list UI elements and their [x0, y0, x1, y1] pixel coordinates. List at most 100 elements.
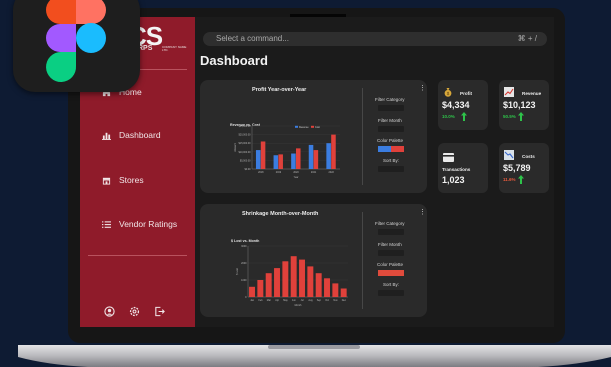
- x-tick-label: Sep: [317, 299, 322, 302]
- figma-logo-icon: [46, 0, 106, 82]
- kpi-change: 50.5%: [503, 114, 516, 119]
- card-divider: [362, 212, 363, 309]
- color-palette-swatch[interactable]: [378, 270, 404, 276]
- more-options-icon[interactable]: ⋮: [419, 84, 426, 92]
- revenue-cost-chart: Revenue vs. Cost$25,000.00$20,000.00$15,…: [230, 123, 340, 179]
- filter-category-dropdown[interactable]: [378, 105, 404, 111]
- color-palette-label: Color Palette: [377, 138, 404, 143]
- filter-month-dropdown[interactable]: [378, 250, 404, 256]
- logout-icon[interactable]: [154, 306, 165, 317]
- y-tick-label: $0.00: [245, 168, 252, 171]
- kpi-costs[interactable]: Costs $5,789 11.6%: [499, 143, 549, 193]
- shrinkage-chart-card: Shrinkage Month-over-Month ⋮ $ Lost vs. …: [200, 204, 427, 317]
- y-tick-label: 3000: [241, 245, 247, 248]
- main-content: Select a command... ⌘ + / Dashboard Prof…: [195, 17, 554, 327]
- kpi-label: Profit: [460, 91, 472, 96]
- kpi-value: $10,123: [503, 100, 536, 110]
- filter-month-label: Filter Month: [378, 242, 402, 247]
- command-shortcut: ⌘ + /: [517, 34, 537, 43]
- sidebar-divider: [88, 255, 187, 256]
- color-palette-swatch[interactable]: [378, 146, 404, 152]
- legend-label: Revenue: [299, 126, 309, 129]
- x-tick-label: Dec: [342, 299, 347, 302]
- y-tick-label: $5,000.00: [240, 159, 251, 162]
- trend-up-icon: [518, 112, 524, 121]
- kpi-label: Transactions: [442, 167, 471, 172]
- card-title: Shrinkage Month-over-Month: [242, 211, 319, 217]
- x-tick-label: Oct: [325, 299, 329, 302]
- bar-chart-icon: [102, 132, 111, 140]
- bar-revenue: [255, 150, 261, 169]
- y-tick-label: $25,000.00: [239, 125, 252, 128]
- kpi-profit[interactable]: $ Profit $4,334 10.0%: [438, 80, 488, 130]
- credit-card-icon: [443, 153, 454, 162]
- filter-category-label: Filter Category: [375, 97, 405, 102]
- bar--lost: [340, 288, 347, 297]
- kpi-value: $5,789: [503, 163, 531, 173]
- legend-swatch: [311, 125, 314, 128]
- kpi-value: $4,334: [442, 100, 470, 110]
- bar-revenue: [291, 153, 296, 169]
- bar--lost: [257, 280, 264, 297]
- command-placeholder: Select a command...: [216, 34, 289, 43]
- x-tick-label: 2019: [276, 171, 282, 174]
- bar-cost: [331, 134, 336, 169]
- kpi-transactions[interactable]: Transactions 1,023: [438, 143, 488, 193]
- trend-up-icon: [461, 112, 467, 121]
- sort-by-dropdown[interactable]: [378, 166, 404, 172]
- sidebar-bottom-actions: [104, 306, 165, 317]
- user-icon[interactable]: [104, 306, 115, 317]
- filter-category-dropdown[interactable]: [378, 229, 404, 235]
- x-tick-label: 2022: [329, 171, 335, 174]
- bar--lost: [290, 256, 297, 297]
- kpi-label: Costs: [522, 154, 535, 159]
- profit-chart-card: Profit Year-over-Year ⋮ Revenue vs. Cost…: [200, 80, 427, 193]
- logo-tagline: COMPANY NAME LTD.: [162, 45, 187, 52]
- shrinkage-bar-chart: $ Lost vs. Month 3000 2000 1000 0 $ Lost Month…: [231, 239, 348, 307]
- x-tick-label: 2020: [293, 171, 299, 174]
- chart-up-icon: [504, 87, 514, 97]
- sidebar-item-vendor-ratings[interactable]: Vendor Ratings: [102, 219, 177, 229]
- bar--lost: [332, 283, 339, 297]
- logo-subtext: RPS: [138, 45, 153, 52]
- sidebar-item-label: Vendor Ratings: [119, 219, 178, 229]
- bar-revenue: [326, 143, 331, 169]
- sidebar-item-dashboard[interactable]: Dashboard: [102, 130, 161, 140]
- laptop-base: [18, 345, 611, 367]
- legend-label: Cost: [315, 126, 320, 129]
- swatch-blue: [378, 146, 391, 152]
- sort-by-dropdown[interactable]: [378, 290, 404, 296]
- chart-title: $ Lost vs. Month: [231, 239, 259, 243]
- kpi-change: 11.6%: [503, 177, 516, 182]
- settings-icon[interactable]: [129, 306, 140, 317]
- list-icon: [102, 220, 111, 228]
- bar--lost: [274, 268, 280, 297]
- bar-revenue: [308, 144, 314, 169]
- bar--lost: [282, 261, 289, 297]
- kpi-change: 10.0%: [442, 114, 455, 119]
- x-tick-label: May: [283, 299, 288, 302]
- color-palette-label: Color Palette: [377, 262, 404, 267]
- trend-up-icon: [518, 175, 524, 184]
- bar--lost: [299, 259, 305, 297]
- bar--lost: [324, 278, 330, 297]
- bar--lost: [265, 273, 272, 297]
- x-tick-label: Nov: [333, 299, 338, 302]
- sidebar-item-label: Stores: [119, 175, 144, 185]
- page-title: Dashboard: [200, 53, 268, 68]
- y-tick-label: $15,000.00: [239, 142, 252, 145]
- sidebar-item-stores[interactable]: Stores: [102, 175, 144, 185]
- sort-by-label: Sort By:: [383, 158, 400, 163]
- kpi-revenue[interactable]: Revenue $10,123 50.5%: [499, 80, 549, 130]
- bar-cost: [296, 148, 301, 169]
- filter-month-dropdown[interactable]: [378, 126, 404, 132]
- x-tick-label: Jun: [292, 299, 297, 302]
- command-palette[interactable]: Select a command... ⌘ + /: [203, 32, 547, 46]
- x-tick-label: 2021: [311, 171, 317, 174]
- y-tick-label: 0: [245, 296, 247, 299]
- x-tick-label: 2018: [258, 171, 264, 174]
- kpi-value: 1,023: [442, 175, 465, 185]
- y-axis-label: $ Lost: [236, 268, 239, 275]
- more-options-icon[interactable]: ⋮: [419, 208, 426, 216]
- y-tick-label: $10,000.00: [239, 151, 252, 154]
